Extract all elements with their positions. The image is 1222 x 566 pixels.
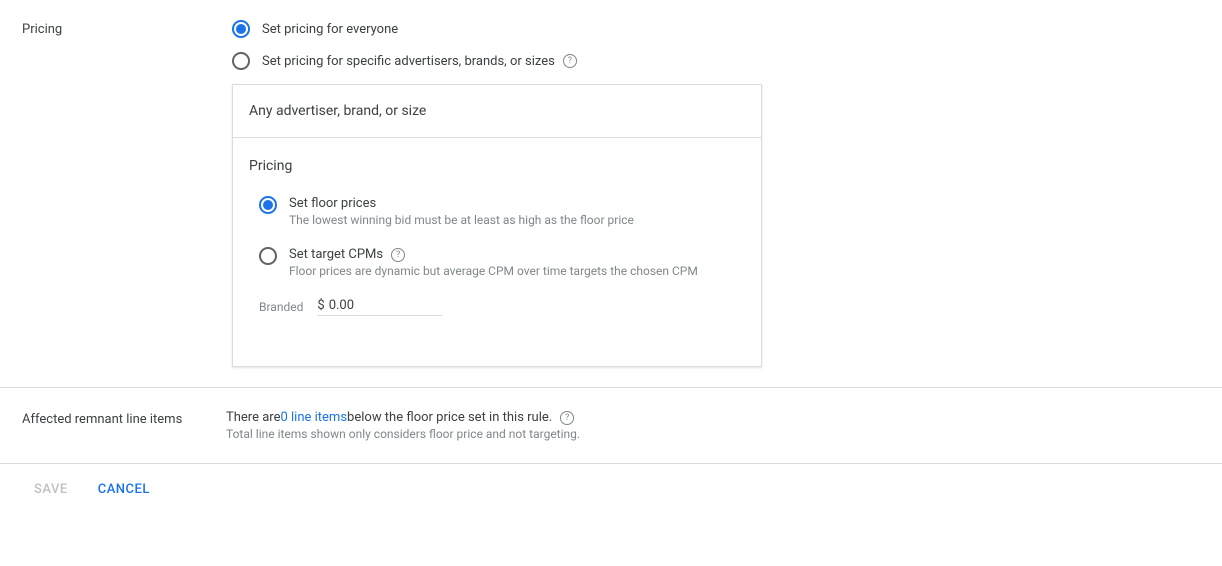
pricing-scope-specific-option[interactable]: Set pricing for specific advertisers, br… bbox=[232, 52, 1222, 70]
radio-icon bbox=[259, 247, 277, 265]
pricing-section-content: Set pricing for everyone Set pricing for… bbox=[232, 20, 1222, 367]
save-button[interactable]: SAVE bbox=[34, 482, 68, 497]
branded-price-input[interactable] bbox=[329, 298, 443, 313]
floor-prices-desc: The lowest winning bid must be at least … bbox=[289, 213, 634, 227]
branded-price-field-wrap: $ bbox=[317, 298, 442, 316]
affected-section: Affected remnant line items There are 0 … bbox=[0, 388, 1222, 463]
cancel-button[interactable]: CANCEL bbox=[98, 482, 150, 497]
radio-icon bbox=[232, 52, 250, 70]
affected-text-suffix: below the floor price set in this rule. bbox=[347, 410, 552, 425]
branded-price-label: Branded bbox=[259, 300, 303, 314]
pricing-scope-specific-label: Set pricing for specific advertisers, br… bbox=[262, 54, 555, 69]
footer-actions: SAVE CANCEL bbox=[0, 464, 1222, 515]
pricing-section: Pricing Set pricing for everyone Set pri… bbox=[0, 0, 1222, 387]
affected-content: There are 0 line items below the floor p… bbox=[226, 410, 580, 441]
target-cpm-option[interactable]: Set target CPMs ? Floor prices are dynam… bbox=[249, 247, 745, 278]
pricing-scope-everyone-option[interactable]: Set pricing for everyone bbox=[232, 20, 1222, 38]
floor-prices-label: Set floor prices bbox=[289, 196, 634, 211]
line-items-link[interactable]: 0 line items bbox=[280, 410, 347, 425]
affected-text-prefix: There are bbox=[226, 410, 280, 425]
affected-section-label: Affected remnant line items bbox=[22, 410, 226, 441]
currency-symbol: $ bbox=[317, 298, 324, 313]
pricing-card: Any advertiser, brand, or size Pricing S… bbox=[232, 84, 762, 367]
radio-icon bbox=[232, 20, 250, 38]
help-icon[interactable]: ? bbox=[391, 248, 405, 262]
radio-icon bbox=[259, 196, 277, 214]
pricing-card-header: Any advertiser, brand, or size bbox=[233, 85, 761, 138]
pricing-card-title: Pricing bbox=[249, 158, 745, 174]
target-cpm-desc: Floor prices are dynamic but average CPM… bbox=[289, 264, 698, 278]
branded-price-row: Branded $ bbox=[249, 298, 745, 316]
pricing-scope-everyone-label: Set pricing for everyone bbox=[262, 22, 398, 37]
pricing-card-body: Pricing Set floor prices The lowest winn… bbox=[233, 138, 761, 366]
target-cpm-label: Set target CPMs bbox=[289, 247, 383, 262]
floor-prices-option[interactable]: Set floor prices The lowest winning bid … bbox=[249, 196, 745, 227]
help-icon[interactable]: ? bbox=[560, 411, 574, 425]
pricing-section-label: Pricing bbox=[22, 20, 232, 367]
help-icon[interactable]: ? bbox=[563, 54, 577, 68]
affected-subtext: Total line items shown only considers fl… bbox=[226, 427, 580, 441]
